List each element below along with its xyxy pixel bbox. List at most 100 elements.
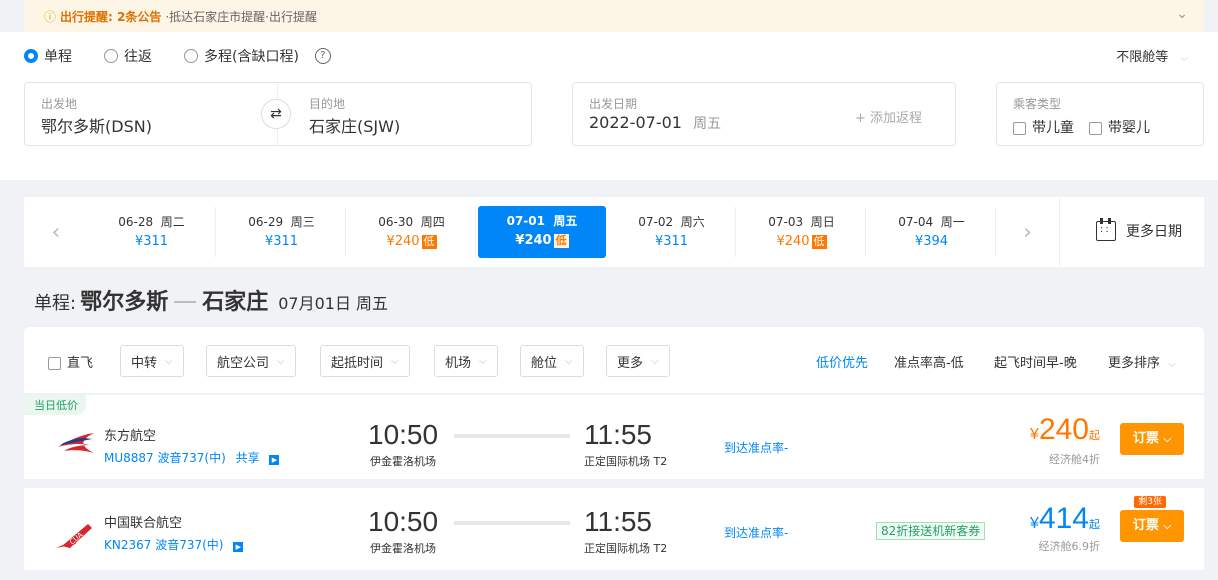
price: ¥414起: [1030, 502, 1100, 535]
date-price: ¥240 低: [386, 234, 437, 249]
flight-row[interactable]: 当日低价 东方航空 MU8887 波音737(中) 共享 ▶ 10:50 伊金霍…: [24, 395, 1204, 479]
passenger-type: 乘客类型 带儿童 带婴儿: [996, 82, 1204, 146]
filter-more[interactable]: 更多 ⌵: [606, 345, 670, 377]
chevron-down-icon: ⌵: [651, 355, 659, 367]
book-button[interactable]: 订票 ⌵: [1120, 510, 1184, 542]
chevron-right-icon[interactable]: ›: [996, 197, 1060, 267]
promo-coupon-tag[interactable]: 82折接送机新客券: [876, 522, 986, 540]
city-selector: 出发地 鄂尔多斯(DSN) ⇄ 目的地 石家庄(SJW): [24, 82, 532, 146]
filter-bar: 直飞 中转 ⌵ 航空公司 ⌵ 起抵时间 ⌵ 机场 ⌵ 舱位 ⌵ 更多 ⌵ 低价优先 准点率高…: [24, 327, 1204, 393]
arrival-airport: 正定国际机场 T2: [584, 455, 668, 468]
cabin-class-value: 不限舱等: [1116, 50, 1169, 65]
low-price-tag: 低: [421, 235, 437, 249]
trip-type-group: 单程 往返 多程(含缺口程) ?: [24, 46, 331, 66]
date-label: 06-30 周四: [378, 215, 445, 229]
filter-transfer[interactable]: 中转 ⌵: [120, 345, 184, 377]
cabin-class-select[interactable]: 不限舱等 ⌵: [1116, 46, 1188, 65]
help-icon[interactable]: ?: [314, 48, 331, 64]
radio-round-trip[interactable]: 往返: [104, 46, 152, 66]
cabin-discount: 经济舱4折: [1049, 453, 1100, 466]
child-label: 带儿童: [1032, 120, 1074, 136]
travel-notice-bar[interactable]: ⓘ 出行提醒: 2条公告 ·抵达石家庄市提醒·出行提醒 ⌄: [24, 0, 1204, 32]
to-label: 目的地: [309, 97, 346, 111]
more-dates-button[interactable]: 更多日期: [1096, 218, 1182, 241]
date-input[interactable]: 2022-07-01 周五: [589, 113, 721, 133]
from-input[interactable]: 鄂尔多斯(DSN): [41, 113, 152, 137]
china-eastern-logo-icon: [58, 433, 94, 453]
filter-cabin[interactable]: 舱位 ⌵: [520, 345, 584, 377]
flight-info: KN2367 波音737(中) ▶: [104, 536, 244, 553]
arrival-airport: 正定国际机场 T2: [584, 542, 668, 555]
passenger-label: 乘客类型: [1013, 97, 1062, 111]
route-heading: 单程: 鄂尔多斯 石家庄 07月01日 周五: [34, 284, 388, 316]
radio-multi-city[interactable]: 多程(含缺口程): [184, 46, 299, 66]
calendar-icon: [1096, 218, 1116, 241]
chevron-left-icon[interactable]: ‹: [24, 197, 88, 267]
chevron-down-icon: ⌵: [165, 355, 173, 367]
ontime-rate[interactable]: 到达准点率-: [724, 439, 788, 456]
book-button[interactable]: 订票 ⌵: [1120, 423, 1184, 455]
chevron-down-icon: ⌵: [1180, 53, 1188, 64]
sort-more[interactable]: 更多排序 ⌵: [1108, 352, 1176, 371]
sort-lowest-price[interactable]: 低价优先: [816, 352, 868, 371]
date-option[interactable]: 07-04 周一 ¥394: [868, 207, 996, 257]
date-price: ¥240 低: [776, 234, 827, 249]
ontime-rate[interactable]: 到达准点率-: [724, 524, 788, 541]
date-label: 07-02 周六: [638, 215, 705, 229]
flight-duration-line: [454, 521, 570, 525]
lowest-price-badge: 当日低价: [24, 395, 86, 415]
departure-airport: 伊金霍洛机场: [370, 455, 436, 468]
radio-label: 往返: [124, 49, 152, 65]
route-to-city: 石家庄: [202, 290, 269, 315]
add-return-button[interactable]: + 添加返程: [855, 107, 922, 126]
chevron-down-icon[interactable]: ⌄: [1176, 6, 1188, 22]
departure-time: 10:50: [368, 506, 439, 537]
info-icon: ⓘ: [44, 9, 57, 24]
date-label: 07-03 周日: [768, 215, 835, 229]
play-icon[interactable]: ▶: [269, 455, 280, 465]
date-option[interactable]: 07-03 周日 ¥240 低: [738, 207, 866, 257]
radio-one-way[interactable]: 单程: [24, 46, 72, 66]
swap-cities-icon[interactable]: ⇄: [261, 99, 291, 129]
low-price-tag: 低: [553, 234, 569, 248]
child-checkbox[interactable]: 带儿童: [1013, 117, 1074, 137]
sort-departure-time[interactable]: 起飞时间早-晚: [994, 352, 1077, 371]
filter-time[interactable]: 起抵时间 ⌵: [320, 345, 410, 377]
low-price-tag: 低: [811, 235, 827, 249]
date-weekday: 周五: [693, 116, 722, 132]
chevron-down-icon: ⌵: [479, 355, 487, 367]
direct-only-checkbox[interactable]: 直飞: [48, 352, 93, 371]
flight-number[interactable]: MU8887 波音737(中): [104, 451, 226, 465]
search-panel: 单程 往返 多程(含缺口程) ? 不限舱等 ⌵ 出发地 鄂尔多斯(DSN) ⇄ …: [0, 32, 1218, 180]
route-date: 07月01日 周五: [278, 294, 389, 313]
date-option[interactable]: 07-02 周六 ¥311: [608, 207, 736, 257]
sort-ontime-rate[interactable]: 准点率高-低: [894, 352, 964, 371]
play-icon[interactable]: ▶: [233, 542, 244, 552]
date-option[interactable]: 06-29 周三 ¥311: [218, 207, 346, 257]
china-united-logo-icon: CUA: [56, 524, 92, 548]
date-option[interactable]: 06-28 周二 ¥311: [88, 207, 216, 257]
date-option-selected[interactable]: 07-01 周五 ¥240 低: [478, 206, 606, 258]
date-label: 出发日期: [589, 97, 638, 111]
date-label: 07-01 周五: [506, 214, 578, 228]
direct-label: 直飞: [67, 356, 94, 371]
date-option[interactable]: 06-30 周四 ¥240 低: [348, 207, 476, 257]
date-selector: 出发日期 2022-07-01 周五 + 添加返程: [572, 82, 956, 146]
more-dates-label: 更多日期: [1126, 224, 1182, 240]
filter-airport[interactable]: 机场 ⌵: [434, 345, 498, 377]
infant-checkbox[interactable]: 带婴儿: [1089, 117, 1150, 137]
date-price: ¥240 低: [515, 233, 569, 248]
airline-name: 中国联合航空: [104, 516, 183, 531]
to-input[interactable]: 石家庄(SJW): [309, 113, 400, 137]
notice-text: ·抵达石家庄市提醒·出行提醒: [165, 9, 317, 24]
flight-row[interactable]: CUA 中国联合航空 KN2367 波音737(中) ▶ 10:50 伊金霍洛机…: [24, 488, 1204, 570]
flight-number[interactable]: KN2367 波音737(中): [104, 538, 223, 552]
date-label: 06-29 周三: [248, 215, 315, 229]
codeshare-label[interactable]: 共享: [236, 451, 260, 465]
departure-airport: 伊金霍洛机场: [370, 542, 436, 555]
filter-airline[interactable]: 航空公司 ⌵: [206, 345, 296, 377]
airline-name: 东方航空: [104, 429, 157, 444]
price: ¥240起: [1030, 413, 1100, 446]
cabin-discount: 经济舱6.9折: [1038, 540, 1101, 553]
arrival-time: 11:55: [584, 419, 652, 450]
